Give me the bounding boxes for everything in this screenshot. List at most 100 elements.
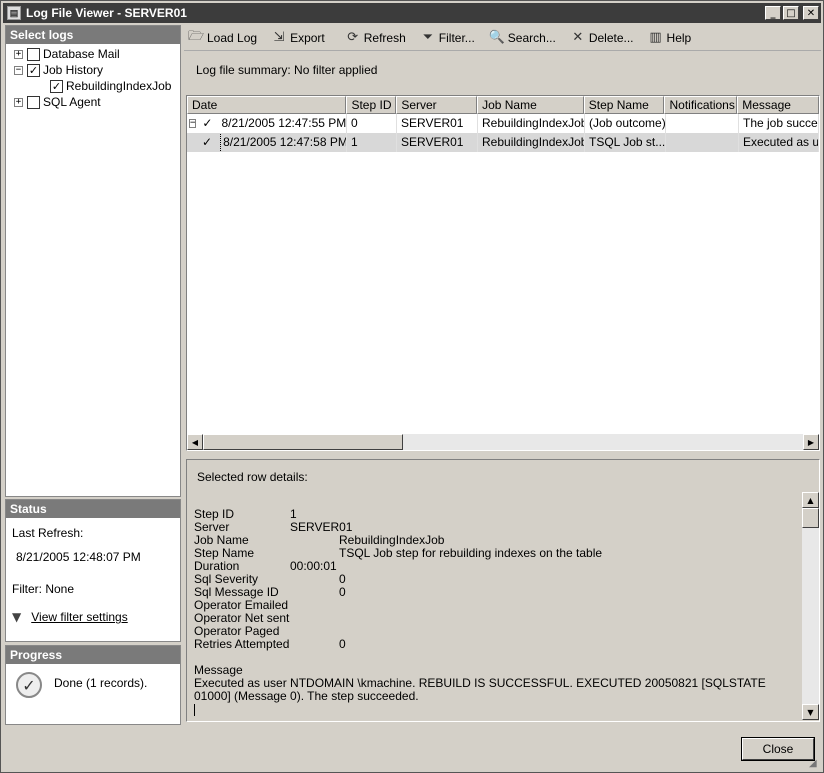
- title-bar[interactable]: ▤ Log File Viewer - SERVER01 _ □ ✕: [3, 3, 821, 23]
- date-value: 8/21/2005 12:47:55 PM: [221, 116, 347, 130]
- scrollbar-thumb[interactable]: [802, 508, 819, 528]
- minimize-button[interactable]: _: [765, 6, 781, 20]
- detail-message-text[interactable]: Executed as user NTDOMAIN \kmachine. REB…: [194, 677, 794, 703]
- detail-step-name: Step Name TSQL Job step for rebuilding in…: [194, 547, 794, 560]
- log-grid: Date Step ID Server Job Name Step Name N…: [186, 95, 820, 451]
- filter-status: Filter: None: [12, 582, 75, 596]
- tree-item-label: RebuildingIndexJob: [66, 79, 172, 93]
- column-header-date[interactable]: Date: [187, 96, 347, 114]
- export-label: Export: [290, 30, 325, 45]
- cell-job-name: RebuildingIndexJob: [478, 133, 585, 152]
- cell-step-id: 1: [347, 133, 397, 152]
- collapse-icon[interactable]: −: [14, 65, 23, 75]
- view-filter-row: ▼ View filter settings: [12, 610, 174, 624]
- log-viewer-app-icon: ▤: [7, 6, 21, 20]
- rebuilding-index-job-checkbox[interactable]: ✓: [50, 79, 63, 93]
- scroll-left-icon[interactable]: ◀: [187, 434, 203, 450]
- expand-icon[interactable]: +: [14, 49, 23, 59]
- database-mail-checkbox[interactable]: [27, 47, 40, 61]
- details-title: Selected row details:: [197, 470, 308, 484]
- maximize-button[interactable]: □: [783, 6, 799, 20]
- collapse-icon[interactable]: −: [189, 119, 197, 128]
- load-log-label: Load Log: [207, 30, 258, 45]
- detail-step-id: Step ID 1: [194, 508, 794, 521]
- detail-server: Server SERVER01: [194, 521, 794, 534]
- tree-item-rebuilding-index-job[interactable]: ✓ RebuildingIndexJob: [6, 78, 180, 94]
- detail-value: TSQL Job step for rebuilding indexes on …: [339, 546, 603, 560]
- search-button[interactable]: 🔍 Search...: [485, 27, 560, 49]
- detail-value: 0: [339, 585, 346, 599]
- details-body: Step ID 1 Server SERVER01 Job Name Rebuildi…: [194, 508, 794, 716]
- row-check-icon: ✓: [202, 135, 213, 149]
- tree-item-sql-agent[interactable]: + SQL Agent: [6, 94, 180, 110]
- job-history-checkbox[interactable]: ✓: [27, 63, 40, 77]
- help-label: Help: [666, 30, 692, 45]
- log-tree: + Database Mail − ✓ Job History ✓ Rebuil…: [6, 44, 180, 112]
- table-row[interactable]: ✓ 8/21/2005 12:47:58 PM 1 SERVER01 Rebui…: [187, 133, 819, 152]
- filter-button[interactable]: ⏷ Filter...: [416, 27, 479, 49]
- detail-value: 0: [339, 637, 346, 651]
- done-check-icon: ✓: [16, 672, 42, 698]
- selected-row-details-panel: Selected row details: Step ID 1 Server SER…: [186, 459, 820, 722]
- grid-header: Date Step ID Server Job Name Step Name N…: [187, 96, 820, 114]
- cell-job-name: RebuildingIndexJob: [478, 114, 585, 133]
- status-header: Status: [6, 500, 180, 518]
- detail-key: Retries Attempted: [194, 637, 290, 651]
- delete-button[interactable]: ✕ Delete...: [566, 27, 638, 49]
- last-refresh-value: 8/21/2005 12:48:07 PM: [16, 550, 141, 564]
- table-row[interactable]: − ✓ 8/21/2005 12:47:55 PM 0 SERVER01 Reb…: [187, 114, 819, 133]
- sql-agent-checkbox[interactable]: [27, 95, 40, 109]
- cell-step-name: (Job outcome): [585, 114, 666, 133]
- column-header-step-name[interactable]: Step Name: [583, 96, 665, 114]
- window-title: Log File Viewer - SERVER01: [26, 6, 187, 20]
- close-window-button[interactable]: ✕: [803, 6, 819, 20]
- scroll-right-icon[interactable]: ▶: [803, 434, 819, 450]
- scrollbar-thumb[interactable]: [203, 434, 403, 450]
- tree-item-label: SQL Agent: [43, 95, 101, 109]
- delete-x-icon: ✕: [572, 30, 584, 45]
- column-header-step-id[interactable]: Step ID: [346, 96, 397, 114]
- toolbar: 🗁 Load Log ⇲ Export ⟳ Refresh ⏷ Filter..…: [184, 25, 821, 51]
- refresh-button[interactable]: ⟳ Refresh: [341, 27, 410, 49]
- text-cursor: [194, 704, 195, 716]
- help-button[interactable]: ▥ Help: [644, 27, 696, 49]
- tree-item-label: Job History: [43, 63, 104, 77]
- details-vertical-scrollbar[interactable]: ▲ ▼: [802, 492, 819, 720]
- view-filter-settings-link[interactable]: View filter settings: [31, 610, 128, 624]
- scroll-up-icon[interactable]: ▲: [802, 492, 819, 508]
- search-icon: 🔍: [488, 30, 505, 45]
- row-check-icon: ✓: [202, 116, 213, 130]
- help-book-icon: ▥: [649, 30, 662, 45]
- refresh-label: Refresh: [363, 30, 406, 45]
- column-header-server[interactable]: Server: [396, 96, 478, 114]
- column-header-job-name[interactable]: Job Name: [477, 96, 584, 114]
- scroll-down-icon[interactable]: ▼: [802, 704, 819, 720]
- load-log-button[interactable]: 🗁 Load Log: [184, 27, 261, 49]
- tree-item-database-mail[interactable]: + Database Mail: [6, 46, 180, 62]
- cell-date: ✓ 8/21/2005 12:47:58 PM: [187, 133, 347, 152]
- tree-item-job-history[interactable]: − ✓ Job History: [6, 62, 180, 78]
- progress-message: Done (1 records).: [54, 676, 148, 690]
- select-logs-panel: Select logs + Database Mail − ✓ Job Hist…: [5, 25, 181, 497]
- export-icon: ⇲: [273, 30, 285, 45]
- filter-label: Filter...: [438, 30, 475, 45]
- expand-icon[interactable]: +: [14, 97, 23, 107]
- column-header-message[interactable]: Message: [737, 96, 820, 114]
- progress-panel: Progress ✓ Done (1 records).: [5, 645, 181, 725]
- detail-value: 00:00:01: [290, 559, 337, 573]
- refresh-icon: ⟳: [347, 30, 359, 45]
- cell-message: Executed as us: [739, 133, 819, 152]
- column-header-notifications[interactable]: Notifications: [664, 96, 738, 114]
- resize-grip-icon[interactable]: ◢: [809, 758, 821, 770]
- export-button[interactable]: ⇲ Export: [267, 27, 329, 49]
- close-button[interactable]: Close: [741, 737, 815, 761]
- detail-operator-net-sent: Operator Net sent: [194, 612, 794, 625]
- log-file-summary: Log file summary: No filter applied: [196, 63, 378, 77]
- status-panel: Status Last Refresh: 8/21/2005 12:48:07 …: [5, 499, 181, 642]
- cell-step-name: TSQL Job st...: [585, 133, 666, 152]
- cell-notifications: [666, 133, 739, 152]
- grid-horizontal-scrollbar[interactable]: ◀ ▶: [187, 434, 819, 450]
- cell-server: SERVER01: [397, 114, 478, 133]
- cell-server: SERVER01: [397, 133, 478, 152]
- date-value: 8/21/2005 12:47:58 PM: [220, 133, 346, 152]
